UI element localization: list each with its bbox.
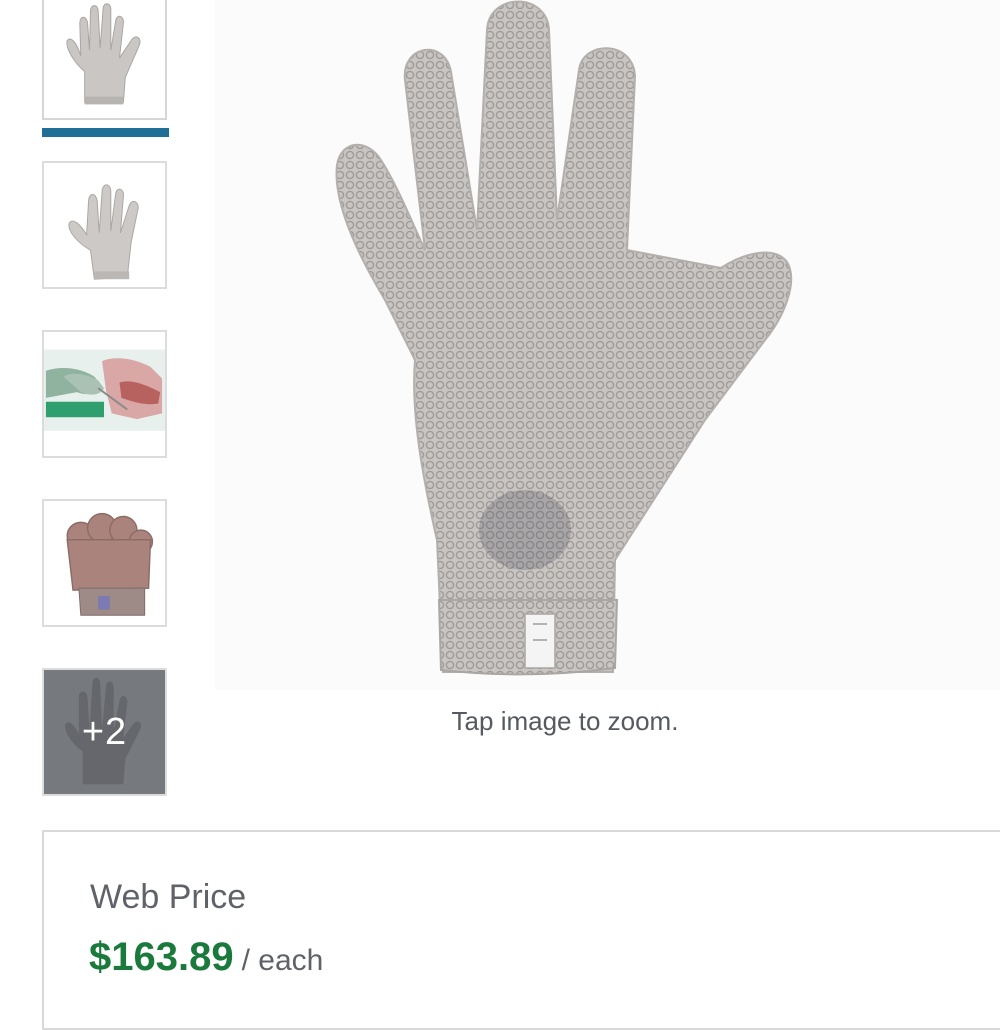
thumbnail-3[interactable] bbox=[42, 330, 167, 458]
thumbnail-more[interactable]: +2 bbox=[42, 668, 167, 796]
thumbnail-2[interactable] bbox=[42, 161, 167, 289]
glove-in-use-photo bbox=[44, 332, 165, 456]
chainmail-glove-image bbox=[215, 0, 1000, 690]
thumbnail-1[interactable] bbox=[42, 0, 167, 120]
glove-angle-icon bbox=[44, 163, 165, 287]
price-panel: Web Price $163.89/ each bbox=[42, 830, 1000, 1030]
price-amount: $163.89 bbox=[89, 935, 234, 979]
main-product-image[interactable] bbox=[215, 0, 1000, 690]
price-row: $163.89/ each bbox=[89, 935, 323, 980]
price-title: Web Price bbox=[90, 878, 247, 916]
glove-fist-icon bbox=[44, 501, 165, 625]
price-unit: / each bbox=[241, 944, 324, 977]
glove-palm-icon bbox=[44, 0, 165, 118]
zoom-hint: Tap image to zoom. bbox=[451, 706, 679, 736]
more-images-count: +2 bbox=[44, 670, 165, 794]
active-thumbnail-indicator bbox=[42, 128, 169, 137]
thumbnail-4[interactable] bbox=[42, 499, 167, 627]
